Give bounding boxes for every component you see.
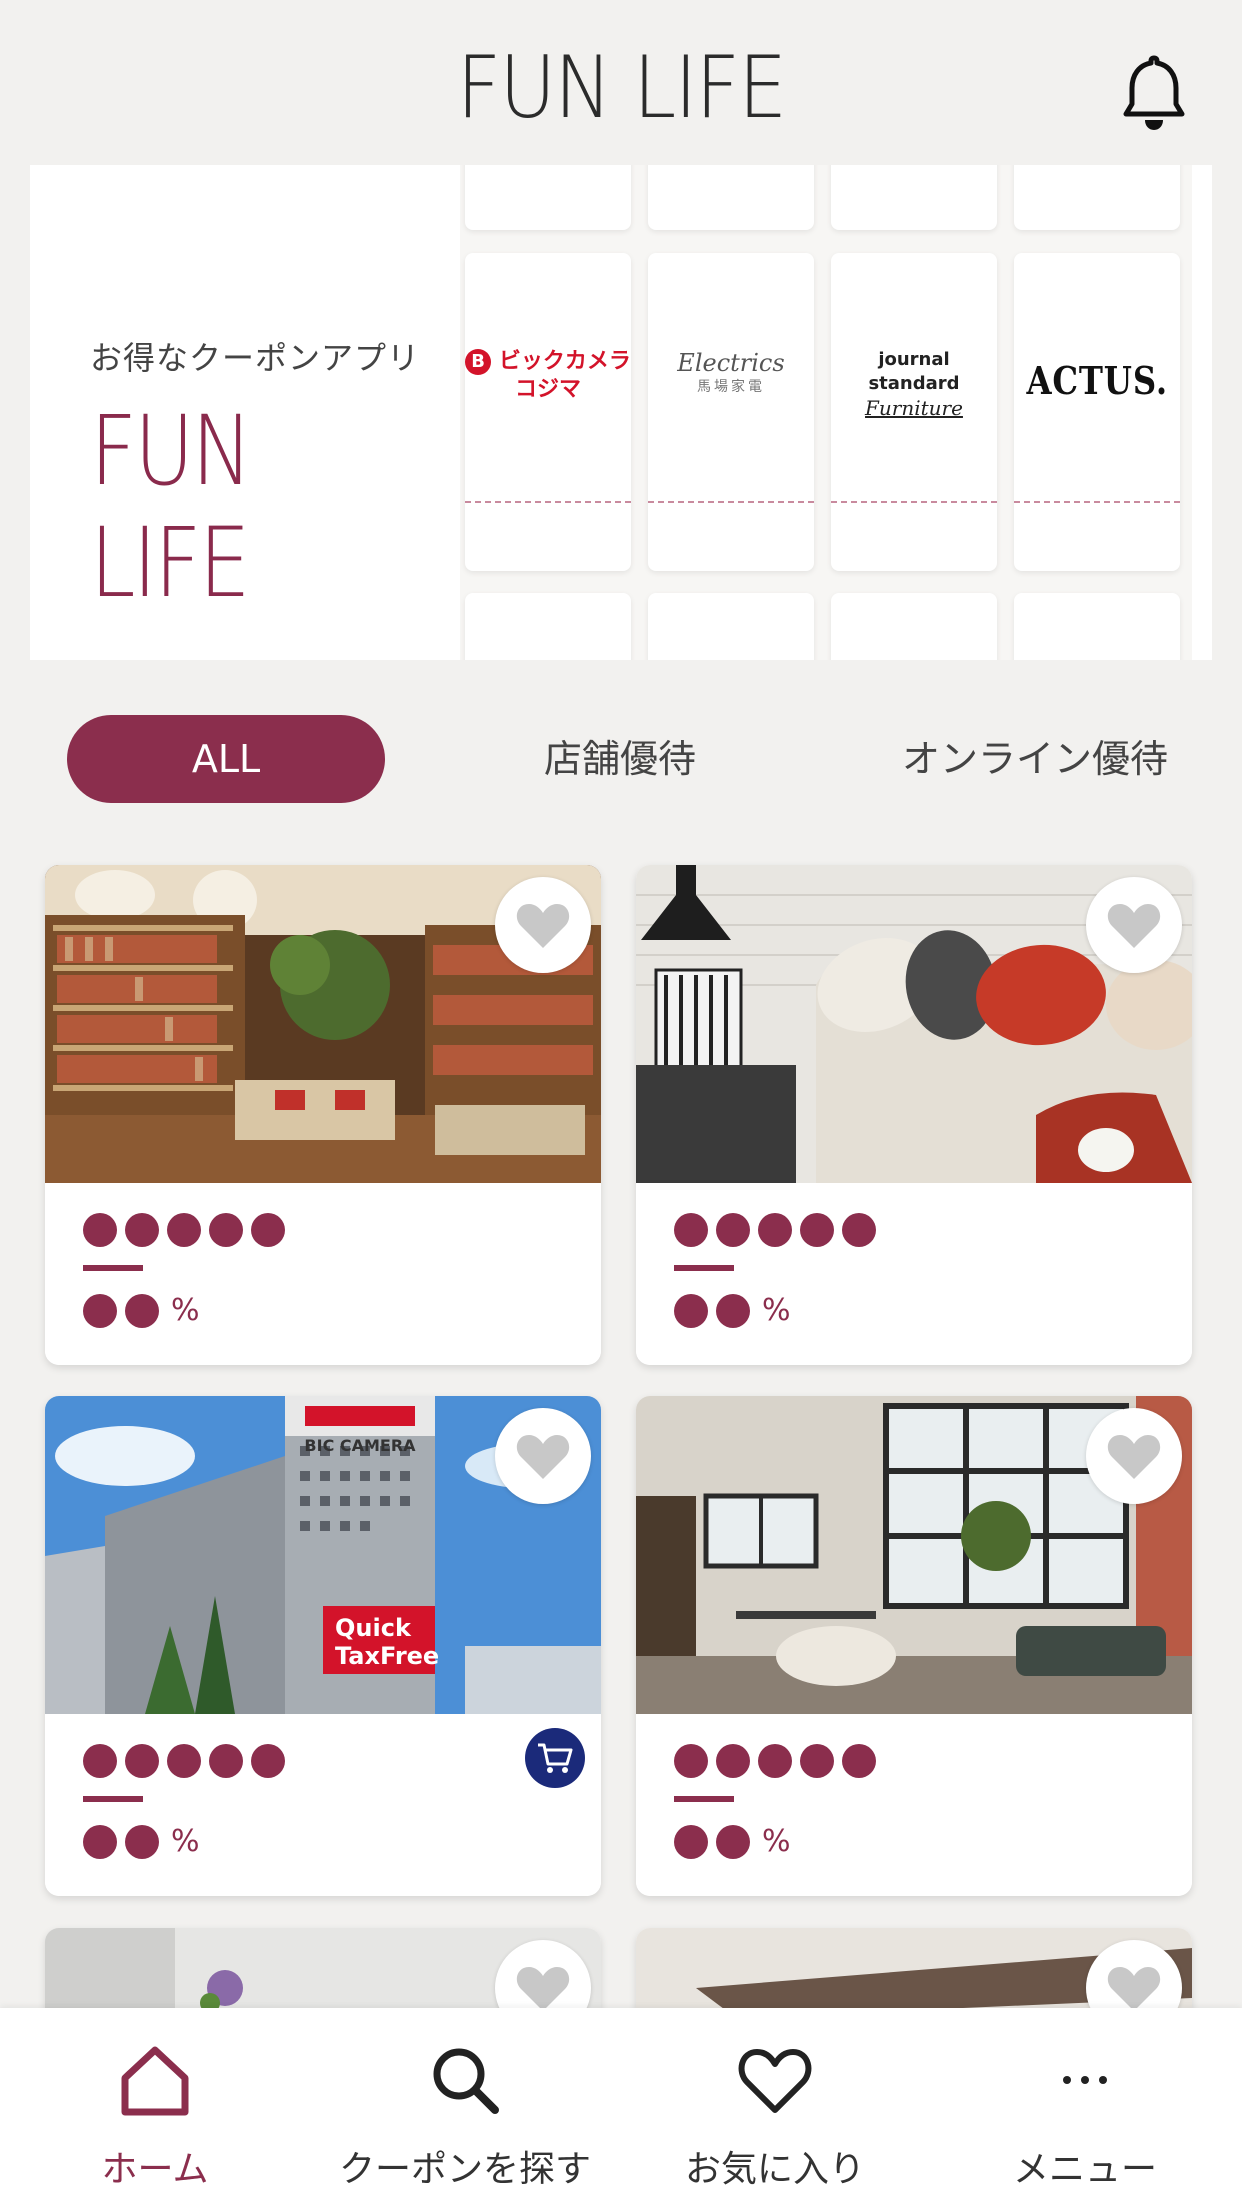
heart-icon	[738, 2049, 812, 2113]
brand-line1: Electrics	[677, 349, 785, 377]
sign-line1: Quick	[335, 1614, 412, 1642]
brand-line1: ビックカメラ	[498, 349, 631, 374]
coupon-card[interactable]: %	[45, 865, 601, 1365]
cart-icon	[538, 1743, 573, 1773]
coupon-card[interactable]: %	[636, 1396, 1192, 1896]
brand-card-electrics[interactable]: Electrics 馬場家電	[648, 253, 814, 571]
brand-card-actus[interactable]: ACTUS.	[1014, 253, 1180, 571]
nav-search-coupons[interactable]: クーポンを探す	[310, 2008, 620, 2208]
coupon-card-partial	[1014, 593, 1180, 660]
banner-logo: FUN LIFE	[90, 395, 253, 619]
card-body: %	[45, 1183, 601, 1365]
coupon-card-partial	[465, 593, 631, 660]
tab-all[interactable]: ALL	[67, 715, 385, 803]
more-icon	[1063, 2076, 1107, 2084]
card-body: %	[636, 1714, 1192, 1896]
heart-icon	[516, 904, 570, 948]
biccamera-logo: B ビックカメラ コジマ	[465, 348, 631, 404]
coupon-card-partial	[831, 593, 997, 660]
brand-line1: journal standard	[868, 349, 960, 394]
favorite-button[interactable]	[495, 1408, 591, 1504]
brand-card-journal-standard[interactable]: journal standard Furniture	[831, 253, 997, 571]
promo-banner[interactable]: お得なクーポンアプリ FUN LIFE B ビックカメラ コジマ Electri…	[30, 165, 1212, 660]
nav-menu[interactable]: メニュー	[930, 2008, 1240, 2208]
building-label: BIC CAMERA	[304, 1436, 416, 1455]
online-shop-badge	[525, 1728, 585, 1788]
banner-subtitle: お得なクーポンアプリ	[90, 339, 421, 377]
home-icon	[121, 2046, 189, 2116]
percent-unit: %	[762, 1824, 791, 1859]
nav-label: ホーム	[101, 2149, 209, 2190]
nav-label: お気に入り	[684, 2149, 865, 2190]
heart-icon	[516, 1967, 570, 2011]
favorite-button[interactable]	[1086, 1408, 1182, 1504]
heart-icon	[1107, 1435, 1161, 1479]
title-underline	[674, 1796, 734, 1802]
percent-unit: %	[171, 1824, 200, 1859]
banner-intro: お得なクーポンアプリ FUN LIFE	[30, 165, 460, 660]
title-underline	[83, 1265, 143, 1271]
placeholder-title	[83, 1213, 285, 1247]
placeholder-discount: %	[83, 1293, 200, 1328]
heart-icon	[1107, 904, 1161, 948]
favorite-button[interactable]	[1086, 877, 1182, 973]
heart-icon	[516, 1435, 570, 1479]
bell-icon[interactable]	[1118, 52, 1190, 134]
tab-online-benefits[interactable]: オンライン優待	[860, 715, 1210, 803]
sign-line2: TaxFree	[335, 1642, 439, 1670]
coupon-card-partial	[648, 593, 814, 660]
nav-favorites[interactable]: お気に入り	[620, 2008, 930, 2208]
search-icon	[433, 2048, 499, 2114]
percent-unit: %	[171, 1293, 200, 1328]
brand-line2: 馬場家電	[697, 379, 765, 395]
percent-unit: %	[762, 1293, 791, 1328]
coupon-card[interactable]: BIC CAMERA Quick TaxFree %	[45, 1396, 601, 1896]
title-underline	[83, 1796, 143, 1802]
placeholder-title	[83, 1744, 285, 1778]
coupon-card-partial	[1014, 165, 1180, 230]
coupon-card-partial	[465, 165, 631, 230]
nav-label: メニュー	[1012, 2149, 1157, 2190]
coupon-card-partial	[831, 165, 997, 230]
card-body: %	[636, 1183, 1192, 1365]
banner-edge-card	[1192, 165, 1212, 660]
heart-icon	[1107, 1967, 1161, 2011]
placeholder-discount: %	[674, 1293, 791, 1328]
nav-home[interactable]: ホーム	[0, 2008, 310, 2208]
bottom-navigation: ホーム クーポンを探す お気に入り メニュー	[0, 2008, 1242, 2208]
electrics-logo: Electrics 馬場家電	[648, 348, 814, 396]
actus-logo: ACTUS.	[1014, 358, 1180, 403]
coupon-card[interactable]: %	[636, 865, 1192, 1365]
nav-label: クーポンを探す	[338, 2149, 591, 2190]
coupon-card-partial	[648, 165, 814, 230]
placeholder-discount: %	[83, 1824, 200, 1859]
brand-line1: ACTUS.	[1026, 358, 1168, 403]
placeholder-title	[674, 1213, 876, 1247]
app-title: FUN LIFE	[456, 38, 787, 138]
placeholder-title	[674, 1744, 876, 1778]
title-underline	[674, 1265, 734, 1271]
app-header: FUN LIFE	[0, 0, 1242, 165]
tab-store-benefits[interactable]: 店舗優待	[470, 715, 770, 803]
placeholder-discount: %	[674, 1824, 791, 1859]
filter-tabs: ALL 店舗優待 オンライン優待	[0, 715, 1242, 805]
favorite-button[interactable]	[495, 877, 591, 973]
brand-card-biccamera[interactable]: B ビックカメラ コジマ	[465, 253, 631, 571]
card-body: %	[45, 1714, 601, 1896]
brand-line2: コジマ	[514, 377, 581, 402]
brand-line2: Furniture	[865, 396, 963, 420]
journal-standard-logo: journal standard Furniture	[831, 348, 997, 420]
